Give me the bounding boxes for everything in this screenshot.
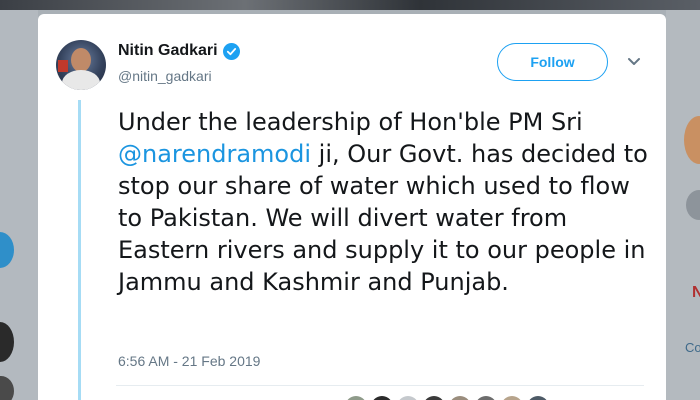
avatar-face — [71, 48, 91, 72]
verified-badge-icon — [222, 42, 240, 60]
liker-avatar[interactable] — [423, 396, 445, 400]
background-header — [0, 0, 700, 10]
liker-avatar[interactable] — [527, 396, 549, 400]
tweet-text-start: Under the leadership of Hon'ble PM Sri — [118, 108, 583, 136]
avatar-shirt — [62, 70, 100, 90]
avatar-detail — [58, 60, 68, 72]
chevron-down-icon[interactable] — [626, 56, 642, 68]
tweet-text: Under the leadership of Hon'ble PM Sri @… — [118, 106, 658, 298]
liker-avatar[interactable] — [397, 396, 419, 400]
tweet-timestamp[interactable]: 6:56 AM - 21 Feb 2019 — [118, 353, 260, 369]
mention-link[interactable]: @narendramodi — [118, 140, 311, 168]
follow-button[interactable]: Follow — [497, 43, 608, 81]
liker-avatars — [345, 396, 549, 400]
liker-avatar[interactable] — [449, 396, 471, 400]
liker-avatar[interactable] — [501, 396, 523, 400]
liker-avatar[interactable] — [345, 396, 367, 400]
author-handle[interactable]: @nitin_gadkari — [118, 68, 212, 84]
author-name-row: Nitin Gadkari — [118, 42, 240, 60]
background-red-text: N — [692, 284, 700, 301]
divider — [116, 385, 644, 386]
thread-line — [78, 100, 81, 400]
avatar[interactable] — [56, 40, 106, 90]
author-name[interactable]: Nitin Gadkari — [118, 42, 218, 60]
liker-avatar[interactable] — [475, 396, 497, 400]
liker-avatar[interactable] — [371, 396, 393, 400]
tweet-card: Nitin Gadkari @nitin_gadkari Follow Unde… — [38, 14, 666, 400]
background-link-text: Co — [685, 340, 700, 355]
